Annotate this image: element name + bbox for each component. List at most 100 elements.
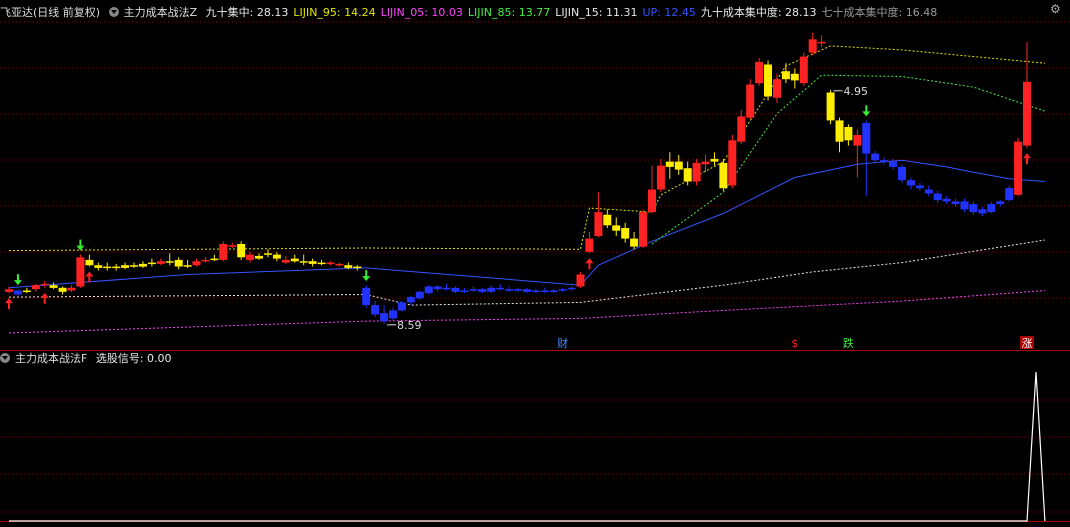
candle-body [165,261,174,263]
series-line-lijin-05 [8,290,1045,334]
candle-body [505,289,514,291]
candle-body [531,290,540,292]
candle-body [380,313,389,322]
header-value-item-3: LIJIN_85: 13.77 [467,6,551,19]
candle-body [76,257,85,287]
candle-body [969,204,978,213]
candle-body [442,287,451,290]
buy-arrow-icon [1023,153,1032,165]
candle-body [156,261,165,264]
candle-body [826,92,835,121]
header-value-item-0: 九十集中: 28.13 [205,6,289,19]
candle-body [951,201,960,205]
header-value-item-7: 七十成本集中度: 16.48 [821,6,938,19]
candle-body [335,263,344,266]
candle-body [719,162,728,189]
sell-arrow-icon [76,239,85,251]
candle-body [612,225,621,231]
collapse-triangle-icon[interactable] [0,353,10,363]
candle-body [85,259,94,266]
candle-body [460,290,469,292]
candle-body [112,266,121,269]
high-label: 4.95 [844,85,869,98]
candle-body [1023,81,1031,146]
candle-body [835,120,844,142]
candle-body [889,161,898,167]
collapse-triangle-icon[interactable] [108,7,119,17]
header-value-item-2: LIJIN_05: 10.03 [380,6,463,19]
candle-body [138,263,147,267]
candle-body [228,245,237,247]
candle-body [871,153,880,161]
candle-body [237,244,246,258]
candle-body [942,198,951,202]
candle-body [397,302,406,311]
header-value-item-6: 九十成本集中度: 28.13 [700,6,817,19]
candle-body [281,259,290,263]
candle-body [987,204,996,213]
sell-arrow-icon [862,105,871,117]
candle-body [799,56,808,84]
candle-body [630,238,639,247]
header-value-item-1: LIJIN_95: 14.24 [293,6,376,19]
candle-body [192,261,201,266]
event-marker: 财 [557,336,568,350]
sub-indicator-name[interactable]: 主力成本战法F [15,352,87,365]
candle-body [326,262,335,265]
candle-body [906,180,915,186]
header-value-item-4: LIJIN_15: 11.31 [555,6,638,19]
candle-body [594,212,603,236]
indicator-name[interactable]: 主力成本战法Z [124,6,198,19]
series-line-lijin-15 [8,239,1045,306]
candle-body [40,283,49,286]
candle-body [290,258,299,262]
candle-body [764,64,772,97]
signal-line [9,371,1046,522]
candle-body [362,287,371,306]
candle-body [255,255,263,259]
candle-body [22,290,31,292]
buy-arrow-icon [5,298,13,310]
candle-body [514,289,522,291]
low-label: 8.59 [397,319,422,332]
candle-body [933,193,942,201]
candle-body [665,161,674,167]
candle-body [246,254,255,260]
event-marker: $ [791,337,798,350]
header-value-item-5: UP: 12.45 [642,6,696,19]
candle-body [1014,141,1023,195]
series-line-up [8,159,1045,289]
candle-body [915,185,924,189]
candle-body [862,123,871,154]
candle-body [639,212,647,247]
sub-chart-header: 主力成本战法F 选股信号: 0.00 [0,351,182,367]
candle-body [817,41,826,44]
candle-body [424,286,433,294]
candle-body [5,289,13,292]
candle-body [496,287,505,290]
candle-body [648,189,656,213]
candle-body [174,259,183,267]
candle-body [94,265,103,268]
candle-body [978,209,987,214]
candle-body [487,287,496,292]
candle-body [406,297,415,303]
candle-body [353,266,362,269]
candle-body [540,290,549,292]
candle-body [844,127,853,141]
candle-body [103,266,112,269]
candle-body [13,290,22,295]
candle-body [790,73,799,81]
sell-arrow-icon [362,270,371,282]
candle-body [344,265,353,268]
candle-body [67,287,76,291]
kline-chart[interactable]: 4.95 8.59 财 $ 跌 涨 [0,0,1070,527]
candle-body [219,244,228,260]
candle-body [567,287,576,290]
stock-title[interactable]: 飞亚达(日线 前复权) [0,6,100,19]
candle-body [389,310,397,319]
candle-body [317,262,326,265]
candle-body [585,238,594,252]
candle-body [960,201,969,210]
candle-body [147,262,156,265]
